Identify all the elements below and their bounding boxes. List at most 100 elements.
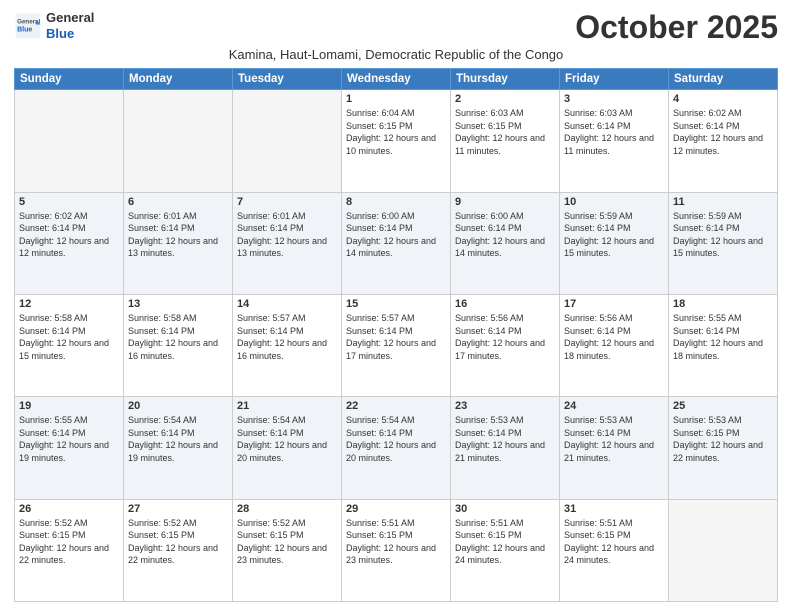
sunset-text: Sunset: 6:14 PM xyxy=(346,222,446,235)
table-row xyxy=(124,90,233,192)
sunrise-text: Sunrise: 6:03 AM xyxy=(455,107,555,120)
sunrise-text: Sunrise: 5:53 AM xyxy=(673,414,773,427)
col-saturday: Saturday xyxy=(669,69,778,90)
page: General Blue General Blue October 2025 K… xyxy=(0,0,792,612)
day-info: Sunrise: 5:55 AMSunset: 6:14 PMDaylight:… xyxy=(19,414,119,464)
table-row: 8Sunrise: 6:00 AMSunset: 6:14 PMDaylight… xyxy=(342,192,451,294)
daylight-text: Daylight: 12 hours and 13 minutes. xyxy=(237,235,337,260)
day-number: 10 xyxy=(564,196,664,208)
sunset-text: Sunset: 6:14 PM xyxy=(19,325,119,338)
daylight-text: Daylight: 12 hours and 11 minutes. xyxy=(455,132,555,157)
day-number: 27 xyxy=(128,503,228,515)
sunset-text: Sunset: 6:14 PM xyxy=(564,222,664,235)
day-info: Sunrise: 5:53 AMSunset: 6:14 PMDaylight:… xyxy=(564,414,664,464)
table-row: 1Sunrise: 6:04 AMSunset: 6:15 PMDaylight… xyxy=(342,90,451,192)
sunrise-text: Sunrise: 5:51 AM xyxy=(564,517,664,530)
day-info: Sunrise: 5:57 AMSunset: 6:14 PMDaylight:… xyxy=(237,312,337,362)
day-info: Sunrise: 5:54 AMSunset: 6:14 PMDaylight:… xyxy=(237,414,337,464)
daylight-text: Daylight: 12 hours and 11 minutes. xyxy=(564,132,664,157)
day-info: Sunrise: 5:57 AMSunset: 6:14 PMDaylight:… xyxy=(346,312,446,362)
sunrise-text: Sunrise: 5:51 AM xyxy=(346,517,446,530)
day-number: 9 xyxy=(455,196,555,208)
day-info: Sunrise: 5:56 AMSunset: 6:14 PMDaylight:… xyxy=(564,312,664,362)
daylight-text: Daylight: 12 hours and 18 minutes. xyxy=(673,337,773,362)
daylight-text: Daylight: 12 hours and 22 minutes. xyxy=(19,542,119,567)
col-sunday: Sunday xyxy=(15,69,124,90)
sunset-text: Sunset: 6:14 PM xyxy=(673,120,773,133)
daylight-text: Daylight: 12 hours and 17 minutes. xyxy=(346,337,446,362)
sunrise-text: Sunrise: 5:58 AM xyxy=(19,312,119,325)
daylight-text: Daylight: 12 hours and 19 minutes. xyxy=(128,439,228,464)
sunset-text: Sunset: 6:15 PM xyxy=(346,529,446,542)
table-row: 29Sunrise: 5:51 AMSunset: 6:15 PMDayligh… xyxy=(342,499,451,601)
table-row: 14Sunrise: 5:57 AMSunset: 6:14 PMDayligh… xyxy=(233,294,342,396)
day-number: 3 xyxy=(564,93,664,105)
sunset-text: Sunset: 6:14 PM xyxy=(19,222,119,235)
table-row: 20Sunrise: 5:54 AMSunset: 6:14 PMDayligh… xyxy=(124,397,233,499)
logo-general: General xyxy=(46,10,94,26)
day-info: Sunrise: 6:03 AMSunset: 6:14 PMDaylight:… xyxy=(564,107,664,157)
table-row: 5Sunrise: 6:02 AMSunset: 6:14 PMDaylight… xyxy=(15,192,124,294)
sunset-text: Sunset: 6:14 PM xyxy=(564,427,664,440)
sunset-text: Sunset: 6:14 PM xyxy=(128,325,228,338)
day-number: 2 xyxy=(455,93,555,105)
calendar-header-row: Sunday Monday Tuesday Wednesday Thursday… xyxy=(15,69,778,90)
sunset-text: Sunset: 6:15 PM xyxy=(19,529,119,542)
daylight-text: Daylight: 12 hours and 22 minutes. xyxy=(128,542,228,567)
table-row: 22Sunrise: 5:54 AMSunset: 6:14 PMDayligh… xyxy=(342,397,451,499)
day-info: Sunrise: 5:51 AMSunset: 6:15 PMDaylight:… xyxy=(455,517,555,567)
daylight-text: Daylight: 12 hours and 17 minutes. xyxy=(455,337,555,362)
day-info: Sunrise: 5:56 AMSunset: 6:14 PMDaylight:… xyxy=(455,312,555,362)
day-number: 23 xyxy=(455,400,555,412)
col-monday: Monday xyxy=(124,69,233,90)
sunrise-text: Sunrise: 5:54 AM xyxy=(346,414,446,427)
sunrise-text: Sunrise: 5:52 AM xyxy=(237,517,337,530)
day-number: 31 xyxy=(564,503,664,515)
sunrise-text: Sunrise: 5:56 AM xyxy=(455,312,555,325)
day-number: 20 xyxy=(128,400,228,412)
day-number: 26 xyxy=(19,503,119,515)
sunset-text: Sunset: 6:15 PM xyxy=(673,427,773,440)
sunrise-text: Sunrise: 5:59 AM xyxy=(673,210,773,223)
header: General Blue General Blue October 2025 xyxy=(14,10,778,45)
table-row: 16Sunrise: 5:56 AMSunset: 6:14 PMDayligh… xyxy=(451,294,560,396)
sunrise-text: Sunrise: 5:53 AM xyxy=(455,414,555,427)
sunset-text: Sunset: 6:15 PM xyxy=(455,529,555,542)
sunset-text: Sunset: 6:15 PM xyxy=(128,529,228,542)
day-number: 4 xyxy=(673,93,773,105)
table-row: 9Sunrise: 6:00 AMSunset: 6:14 PMDaylight… xyxy=(451,192,560,294)
daylight-text: Daylight: 12 hours and 24 minutes. xyxy=(564,542,664,567)
table-row: 15Sunrise: 5:57 AMSunset: 6:14 PMDayligh… xyxy=(342,294,451,396)
logo: General Blue General Blue xyxy=(14,10,94,41)
daylight-text: Daylight: 12 hours and 12 minutes. xyxy=(673,132,773,157)
table-row: 31 Sunrise: 5:51 AMSunset: 6:15 PMDayligh… xyxy=(560,499,669,601)
daylight-text: Daylight: 12 hours and 21 minutes. xyxy=(455,439,555,464)
sunset-text: Sunset: 6:14 PM xyxy=(19,427,119,440)
calendar-week-row: 26Sunrise: 5:52 AMSunset: 6:15 PMDayligh… xyxy=(15,499,778,601)
day-info: Sunrise: 5:55 AMSunset: 6:14 PMDaylight:… xyxy=(673,312,773,362)
table-row: 19 Sunrise: 5:55 AMSunset: 6:14 PMDayligh… xyxy=(15,397,124,499)
calendar-week-row: 19 Sunrise: 5:55 AMSunset: 6:14 PMDayligh… xyxy=(15,397,778,499)
daylight-text: Daylight: 12 hours and 23 minutes. xyxy=(237,542,337,567)
daylight-text: Daylight: 12 hours and 13 minutes. xyxy=(128,235,228,260)
calendar-week-row: 12Sunrise: 5:58 AMSunset: 6:14 PMDayligh… xyxy=(15,294,778,396)
day-number: 19 xyxy=(19,400,119,412)
sunrise-text: Sunrise: 5:58 AM xyxy=(128,312,228,325)
daylight-text: Daylight: 12 hours and 10 minutes. xyxy=(346,132,446,157)
table-row xyxy=(15,90,124,192)
sunset-text: Sunset: 6:14 PM xyxy=(564,325,664,338)
daylight-text: Daylight: 12 hours and 20 minutes. xyxy=(346,439,446,464)
month-title: October 2025 xyxy=(575,10,778,45)
sunset-text: Sunset: 6:14 PM xyxy=(455,427,555,440)
day-info: Sunrise: 5:51 AMSunset: 6:15 PMDaylight:… xyxy=(564,517,664,567)
day-number: 25 xyxy=(673,400,773,412)
calendar-subtitle: Kamina, Haut-Lomami, Democratic Republic… xyxy=(14,47,778,62)
sunset-text: Sunset: 6:14 PM xyxy=(673,325,773,338)
day-info: Sunrise: 5:53 AMSunset: 6:15 PMDaylight:… xyxy=(673,414,773,464)
daylight-text: Daylight: 12 hours and 14 minutes. xyxy=(346,235,446,260)
day-info: Sunrise: 6:02 AMSunset: 6:14 PMDaylight:… xyxy=(19,210,119,260)
daylight-text: Daylight: 12 hours and 16 minutes. xyxy=(237,337,337,362)
col-friday: Friday xyxy=(560,69,669,90)
day-number: 6 xyxy=(128,196,228,208)
sunset-text: Sunset: 6:15 PM xyxy=(237,529,337,542)
